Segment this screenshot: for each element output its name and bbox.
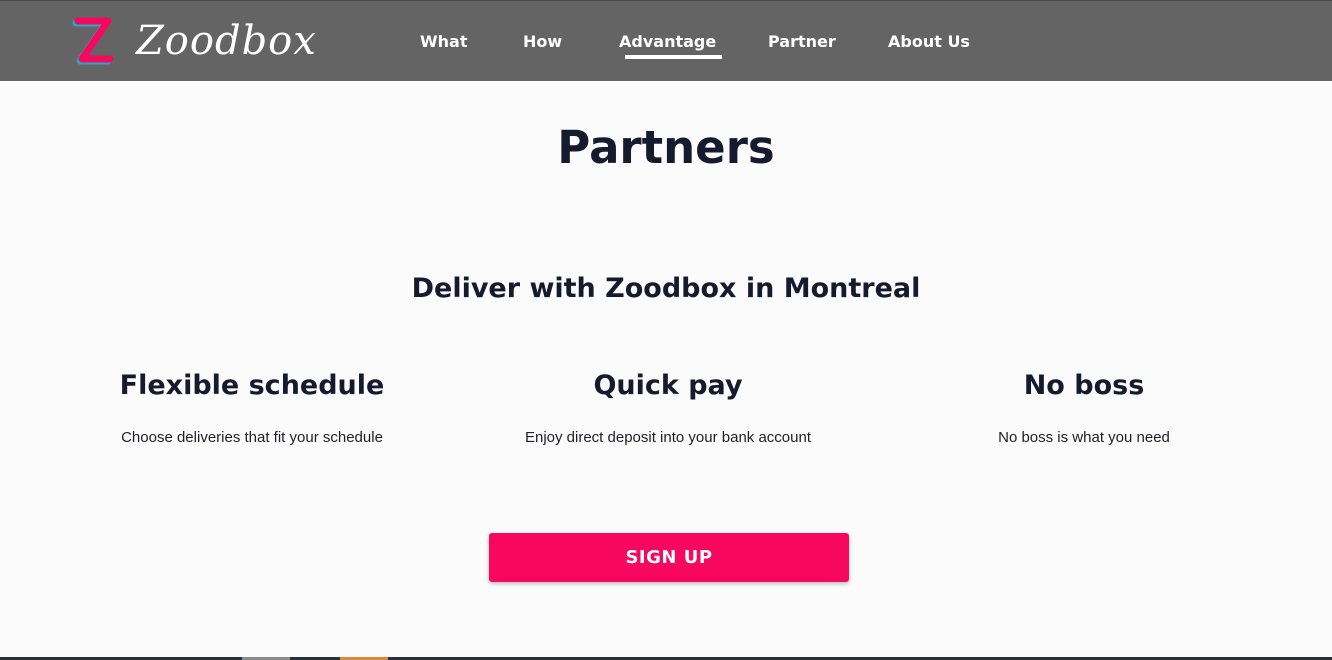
nav-link-about-us[interactable]: About Us <box>888 31 970 53</box>
feature-description: No boss is what you need <box>998 429 1170 446</box>
feature-description: Choose deliveries that fit your schedule <box>121 429 383 446</box>
feature-no-boss: No boss No boss is what you need <box>884 366 1284 448</box>
feature-title: No boss <box>1023 370 1145 401</box>
nav-link-how[interactable]: How <box>523 31 562 53</box>
page-title: Partners <box>557 121 775 174</box>
feature-title: Quick pay <box>593 370 743 401</box>
zoodbox-logo-icon <box>72 17 114 65</box>
brand-name: Zoodbox <box>136 18 317 64</box>
nav-link-partner[interactable]: Partner <box>768 31 836 53</box>
page-subtitle: Deliver with Zoodbox in Montreal <box>411 273 921 304</box>
navbar: Zoodbox What How Advantage Partner About… <box>0 0 1332 81</box>
feature-description: Enjoy direct deposit into your bank acco… <box>524 429 811 446</box>
sign-up-button[interactable]: SIGN UP <box>489 533 849 582</box>
feature-title: Flexible schedule <box>119 370 385 401</box>
feature-quick-pay: Quick pay Enjoy direct deposit into your… <box>468 366 868 448</box>
feature-flexible-schedule: Flexible schedule Choose deliveries that… <box>52 366 452 448</box>
brand-logo[interactable]: Zoodbox <box>72 15 317 67</box>
nav-link-advantage[interactable]: Advantage <box>619 31 723 59</box>
nav-link-what[interactable]: What <box>420 31 467 53</box>
